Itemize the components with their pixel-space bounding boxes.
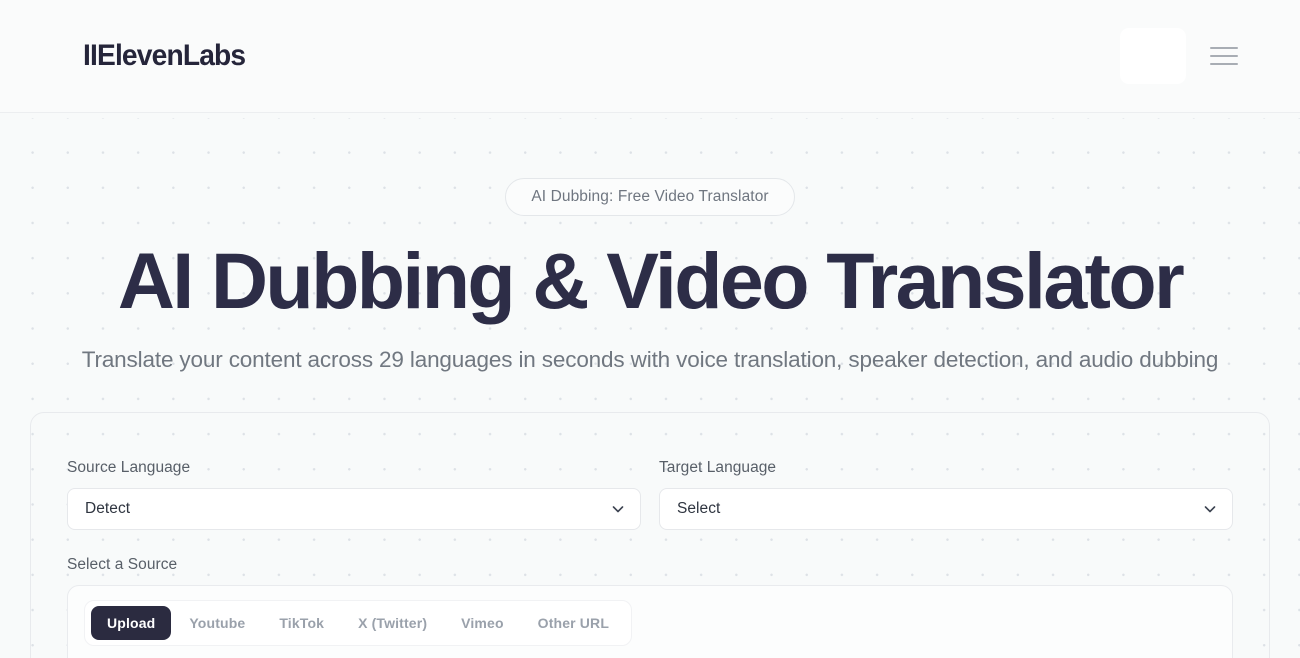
source-tab-tiktok[interactable]: TikTok <box>263 606 340 640</box>
site-header: IIElevenLabs <box>0 0 1300 113</box>
header-actions <box>1120 28 1238 84</box>
brand-logo-link[interactable]: IIElevenLabs <box>83 36 256 76</box>
chevron-down-icon <box>612 505 624 512</box>
source-panel: Upload Youtube TikTok X (Twitter) Vimeo Other… <box>67 584 1233 658</box>
header-cta-button[interactable] <box>1120 28 1186 84</box>
hero-section: AI Dubbing: Free Video Translator AI Dub… <box>0 113 1300 375</box>
dubbing-tool-card: Source Language Detect Target Language S… <box>30 411 1270 658</box>
target-language-label: Target Language <box>659 458 777 476</box>
language-selector-row: Source Language Detect Target Language S… <box>67 459 1233 530</box>
hamburger-line-1 <box>1210 47 1238 50</box>
hero-subtitle: Translate your content across 29 languag… <box>81 347 1219 373</box>
hamburger-menu-icon[interactable] <box>1210 45 1238 67</box>
source-language-select[interactable]: Detect <box>67 487 641 530</box>
source-tab-other-url[interactable]: Other URL <box>522 606 625 640</box>
target-language-select[interactable]: Select <box>659 487 1233 530</box>
target-language-value: Select <box>677 499 721 517</box>
hamburger-line-2 <box>1210 54 1238 58</box>
source-tab-x-twitter[interactable]: X (Twitter) <box>342 606 443 640</box>
source-tab-youtube[interactable]: Youtube <box>173 606 261 640</box>
page-title: AI Dubbing & Video Translator <box>117 236 1185 326</box>
source-tab-upload[interactable]: Upload <box>91 605 172 640</box>
target-language-field: Target Language Select <box>659 459 1233 530</box>
hamburger-line-3 <box>1210 62 1238 65</box>
source-language-label: Source Language <box>67 458 191 476</box>
source-selection-section: Select a Source Upload Youtube TikTok X (Tw… <box>67 556 1233 658</box>
elevenlabs-wordmark: IIElevenLabs <box>83 39 246 72</box>
source-tab-vimeo[interactable]: Vimeo <box>445 606 520 640</box>
chevron-down-icon <box>1204 505 1216 512</box>
hero-badge: AI Dubbing: Free Video Translator <box>505 178 795 217</box>
source-language-field: Source Language Detect <box>67 459 641 530</box>
source-language-value: Detect <box>85 499 131 517</box>
select-a-source-label: Select a Source <box>67 555 178 573</box>
source-tab-bar: Upload Youtube TikTok X (Twitter) Vimeo Other… <box>84 599 633 646</box>
